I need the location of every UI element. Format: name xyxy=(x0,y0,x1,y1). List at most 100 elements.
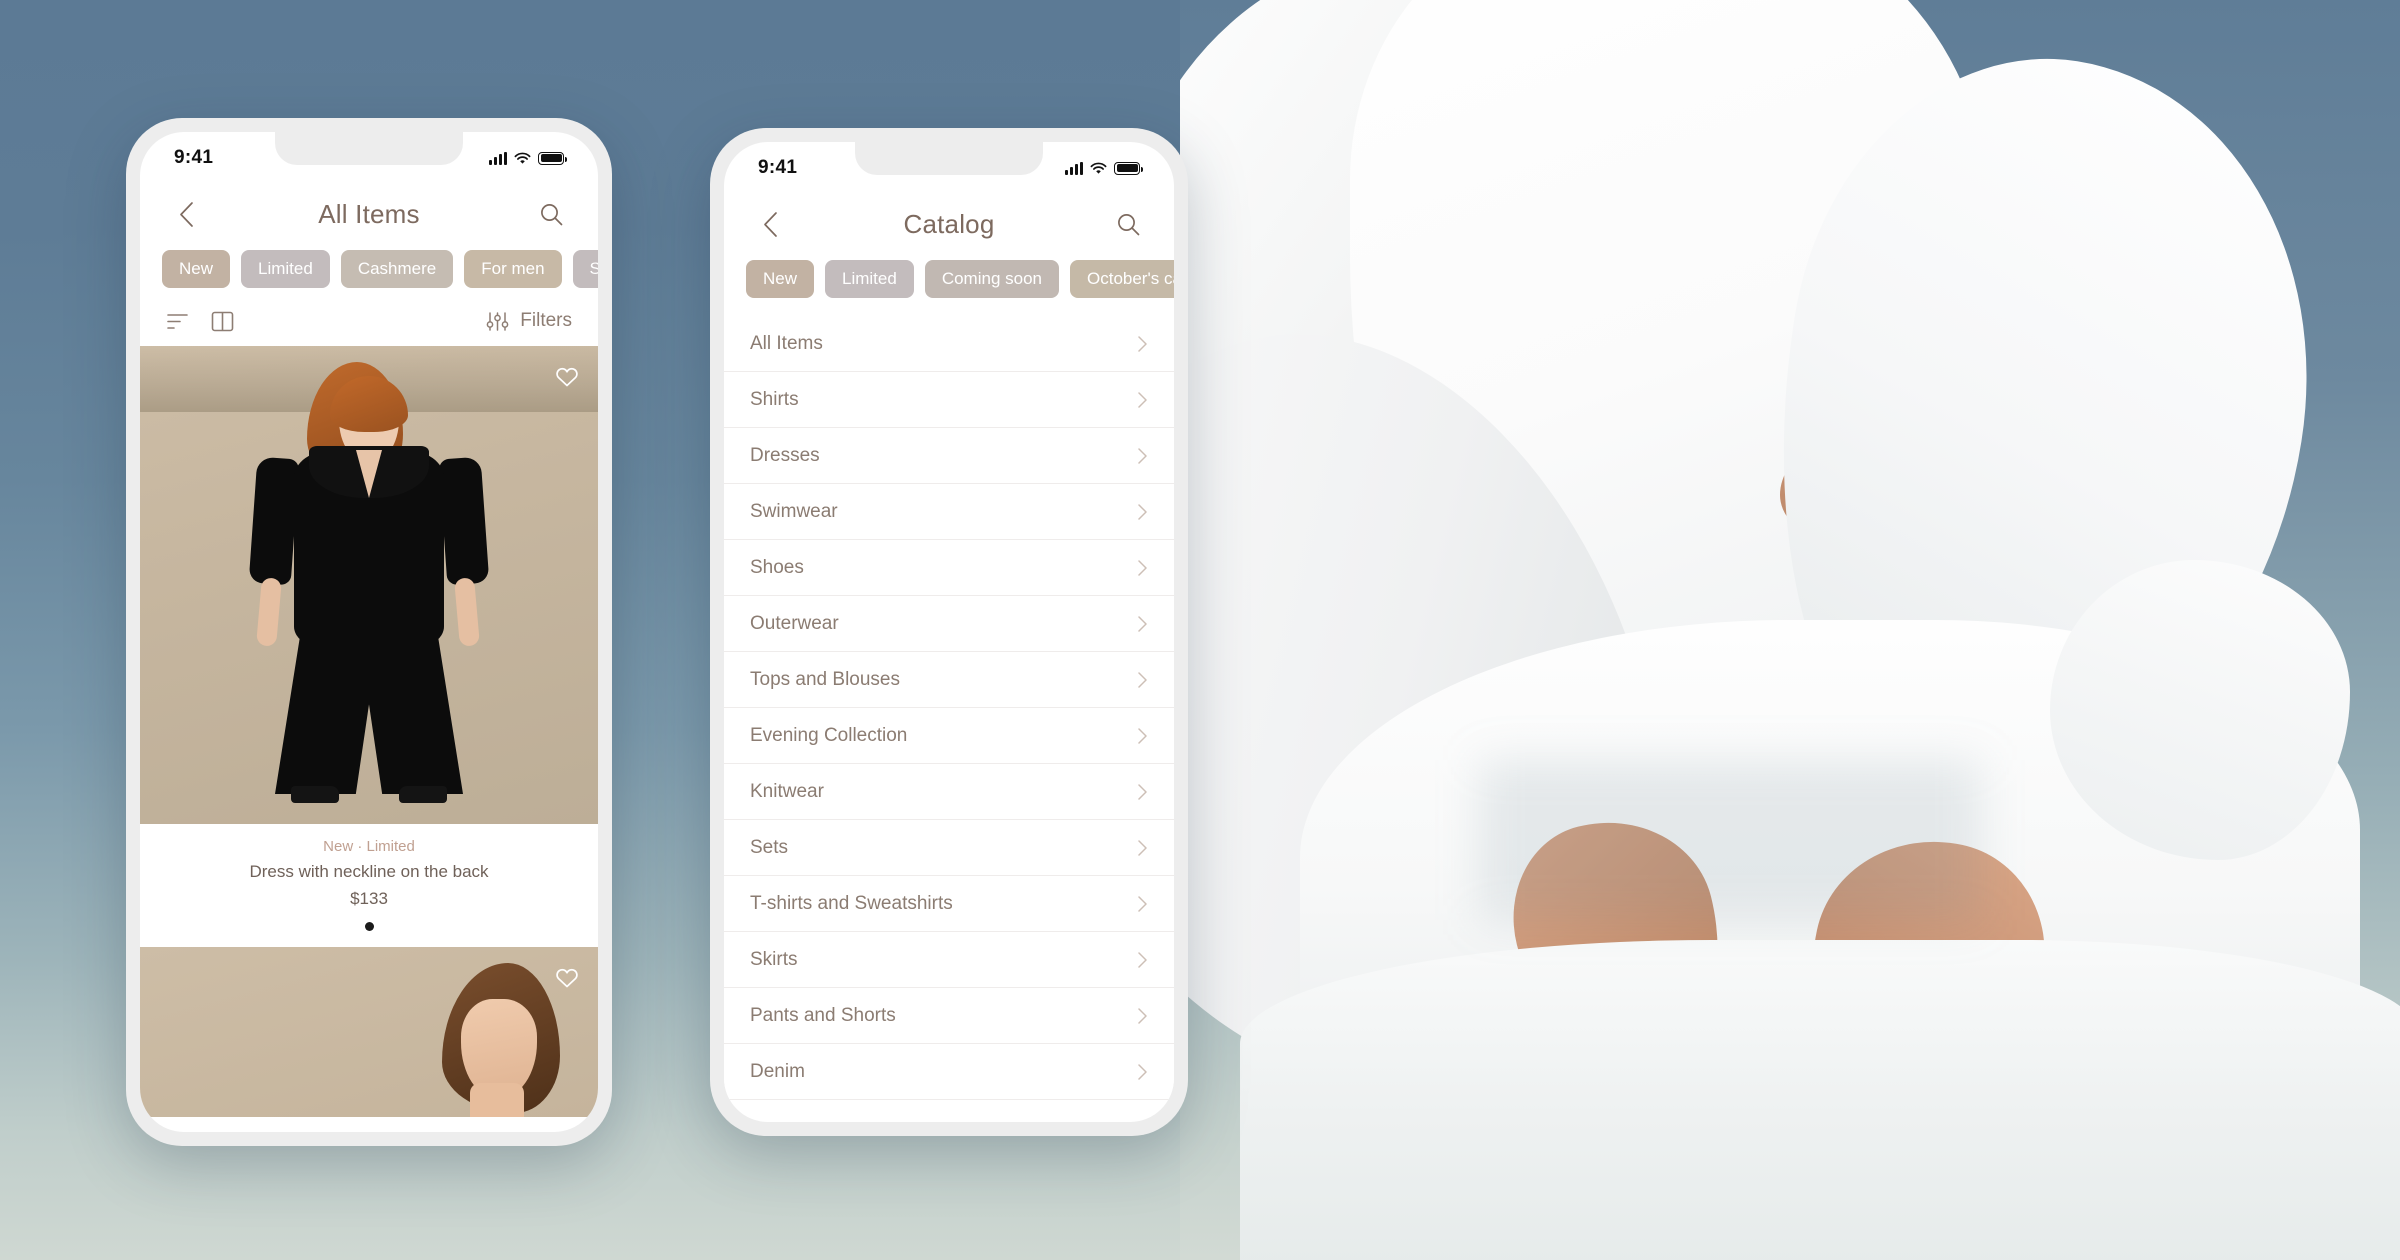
jumpsuit-legs xyxy=(275,628,463,794)
chevron-right-icon xyxy=(1137,559,1148,577)
chip-cashmere[interactable]: Cashmere xyxy=(340,250,454,288)
filters-label[interactable]: Filters xyxy=(520,310,572,332)
nav-bar-left: All Items xyxy=(140,184,598,250)
chevron-left-icon[interactable] xyxy=(750,204,790,244)
heart-outline-icon[interactable] xyxy=(554,965,580,989)
chip-octobers-capsule[interactable]: October's capsule xyxy=(1070,260,1174,298)
category-label: Dresses xyxy=(750,444,820,466)
product-meta-1: New · Limited Dress with neckline on the… xyxy=(140,824,598,947)
chevron-right-icon xyxy=(1137,839,1148,857)
phone-all-items: 9:41 All Items New Limited Cashmere For … xyxy=(126,118,612,1146)
signal-bars-icon xyxy=(1065,161,1083,175)
chevron-right-icon xyxy=(1137,335,1148,353)
list-item[interactable]: Swimwear xyxy=(724,484,1174,540)
nav-bar-right: Catalog xyxy=(724,194,1174,260)
sliders-icon[interactable] xyxy=(486,311,509,332)
skirt-hem xyxy=(1240,940,2400,1260)
two-column-layout-icon[interactable] xyxy=(211,311,234,332)
list-item[interactable]: Outerwear xyxy=(724,596,1174,652)
filter-chips-right[interactable]: New Limited Coming soon October's capsul… xyxy=(724,260,1174,304)
model-right-arm xyxy=(438,456,490,586)
list-item[interactable]: Sets xyxy=(724,820,1174,876)
chevron-right-icon xyxy=(1137,503,1148,521)
filter-chips-left[interactable]: New Limited Cashmere For men Sets Ou xyxy=(140,250,598,294)
list-item[interactable]: Skirts xyxy=(724,932,1174,988)
product-image-2[interactable] xyxy=(140,947,598,1117)
phone-left-screen: 9:41 All Items New Limited Cashmere For … xyxy=(140,132,598,1132)
list-item[interactable]: Knitwear xyxy=(724,764,1174,820)
list-item[interactable]: Pants and Shorts xyxy=(724,988,1174,1044)
list-item[interactable]: Denim xyxy=(724,1044,1174,1100)
heart-outline-icon[interactable] xyxy=(554,364,580,388)
chevron-right-icon xyxy=(1137,671,1148,689)
chip-new[interactable]: New xyxy=(162,250,231,288)
search-icon[interactable] xyxy=(532,194,572,234)
page-title: Catalog xyxy=(903,208,995,239)
chip-coming-soon[interactable]: Coming soon xyxy=(924,260,1059,298)
battery-icon xyxy=(1114,161,1143,175)
category-label: Knitwear xyxy=(750,780,824,802)
category-label: T-shirts and Sweatshirts xyxy=(750,892,953,914)
product-name: Dress with neckline on the back xyxy=(249,862,489,881)
category-label: Shirts xyxy=(750,388,799,410)
status-icons xyxy=(489,151,567,165)
chip-new[interactable]: New xyxy=(746,260,815,298)
category-label: Denim xyxy=(750,1060,805,1082)
model-right-shoe xyxy=(399,786,447,803)
list-item[interactable]: Shoes xyxy=(724,540,1174,596)
status-bar-left: 9:41 xyxy=(140,132,598,184)
search-icon[interactable] xyxy=(1108,204,1148,244)
product-image-1[interactable] xyxy=(140,346,598,824)
sort-descending-icon[interactable] xyxy=(166,312,189,331)
signal-bars-icon xyxy=(489,151,507,165)
fabric-shadow xyxy=(1480,760,1980,920)
list-item[interactable]: Tops and Blouses xyxy=(724,652,1174,708)
battery-icon xyxy=(538,151,567,165)
chevron-right-icon xyxy=(1137,951,1148,969)
image-pagination-dots[interactable] xyxy=(160,922,578,931)
category-label: Pants and Shorts xyxy=(750,1004,896,1026)
status-clock: 9:41 xyxy=(174,147,214,168)
list-item[interactable]: Dresses xyxy=(724,428,1174,484)
model-left-hand xyxy=(256,577,282,647)
status-clock: 9:41 xyxy=(758,157,798,178)
list-item[interactable]: All Items xyxy=(724,316,1174,372)
toolbar-right-group[interactable]: Filters xyxy=(486,310,572,332)
product-tags: New · Limited xyxy=(323,838,415,855)
chip-limited[interactable]: Limited xyxy=(241,250,330,288)
chevron-right-icon xyxy=(1137,1007,1148,1025)
pagination-dot[interactable] xyxy=(364,922,374,931)
category-label: Tops and Blouses xyxy=(750,668,900,690)
wifi-icon xyxy=(1090,162,1107,174)
phone-catalog: 9:41 Catalog New Limited Coming soon Oct… xyxy=(710,128,1188,1136)
wifi-icon xyxy=(514,152,531,164)
chip-limited[interactable]: Limited xyxy=(825,260,914,298)
chevron-right-icon xyxy=(1137,391,1148,409)
list-toolbar: Filters xyxy=(140,294,598,346)
list-item[interactable]: Evening Collection xyxy=(724,708,1174,764)
category-label: Outerwear xyxy=(750,612,839,634)
chevron-right-icon xyxy=(1137,895,1148,913)
chip-sets[interactable]: Sets xyxy=(572,250,598,288)
scene: 9:41 All Items New Limited Cashmere For … xyxy=(0,0,2400,1260)
model2-neck xyxy=(469,1083,524,1117)
chevron-left-icon[interactable] xyxy=(166,194,206,234)
model-left-arm xyxy=(248,456,300,586)
fashion-photograph xyxy=(1180,0,2400,1260)
status-bar-right: 9:41 xyxy=(724,142,1174,194)
chevron-right-icon xyxy=(1137,727,1148,745)
phone-right-screen: 9:41 Catalog New Limited Coming soon Oct… xyxy=(724,142,1174,1122)
chevron-right-icon xyxy=(1137,615,1148,633)
category-label: Evening Collection xyxy=(750,724,908,746)
chevron-right-icon xyxy=(1137,447,1148,465)
product-price: $133 xyxy=(350,889,388,908)
category-label: Shoes xyxy=(750,556,804,578)
category-label: Sets xyxy=(750,836,789,858)
model-left-shoe xyxy=(291,786,339,803)
list-item[interactable]: Shirts xyxy=(724,372,1174,428)
category-label: All Items xyxy=(750,332,823,354)
toolbar-left-group xyxy=(166,311,234,332)
list-item[interactable]: T-shirts and Sweatshirts xyxy=(724,876,1174,932)
chip-for-men[interactable]: For men xyxy=(464,250,562,288)
page-title: All Items xyxy=(318,198,420,229)
